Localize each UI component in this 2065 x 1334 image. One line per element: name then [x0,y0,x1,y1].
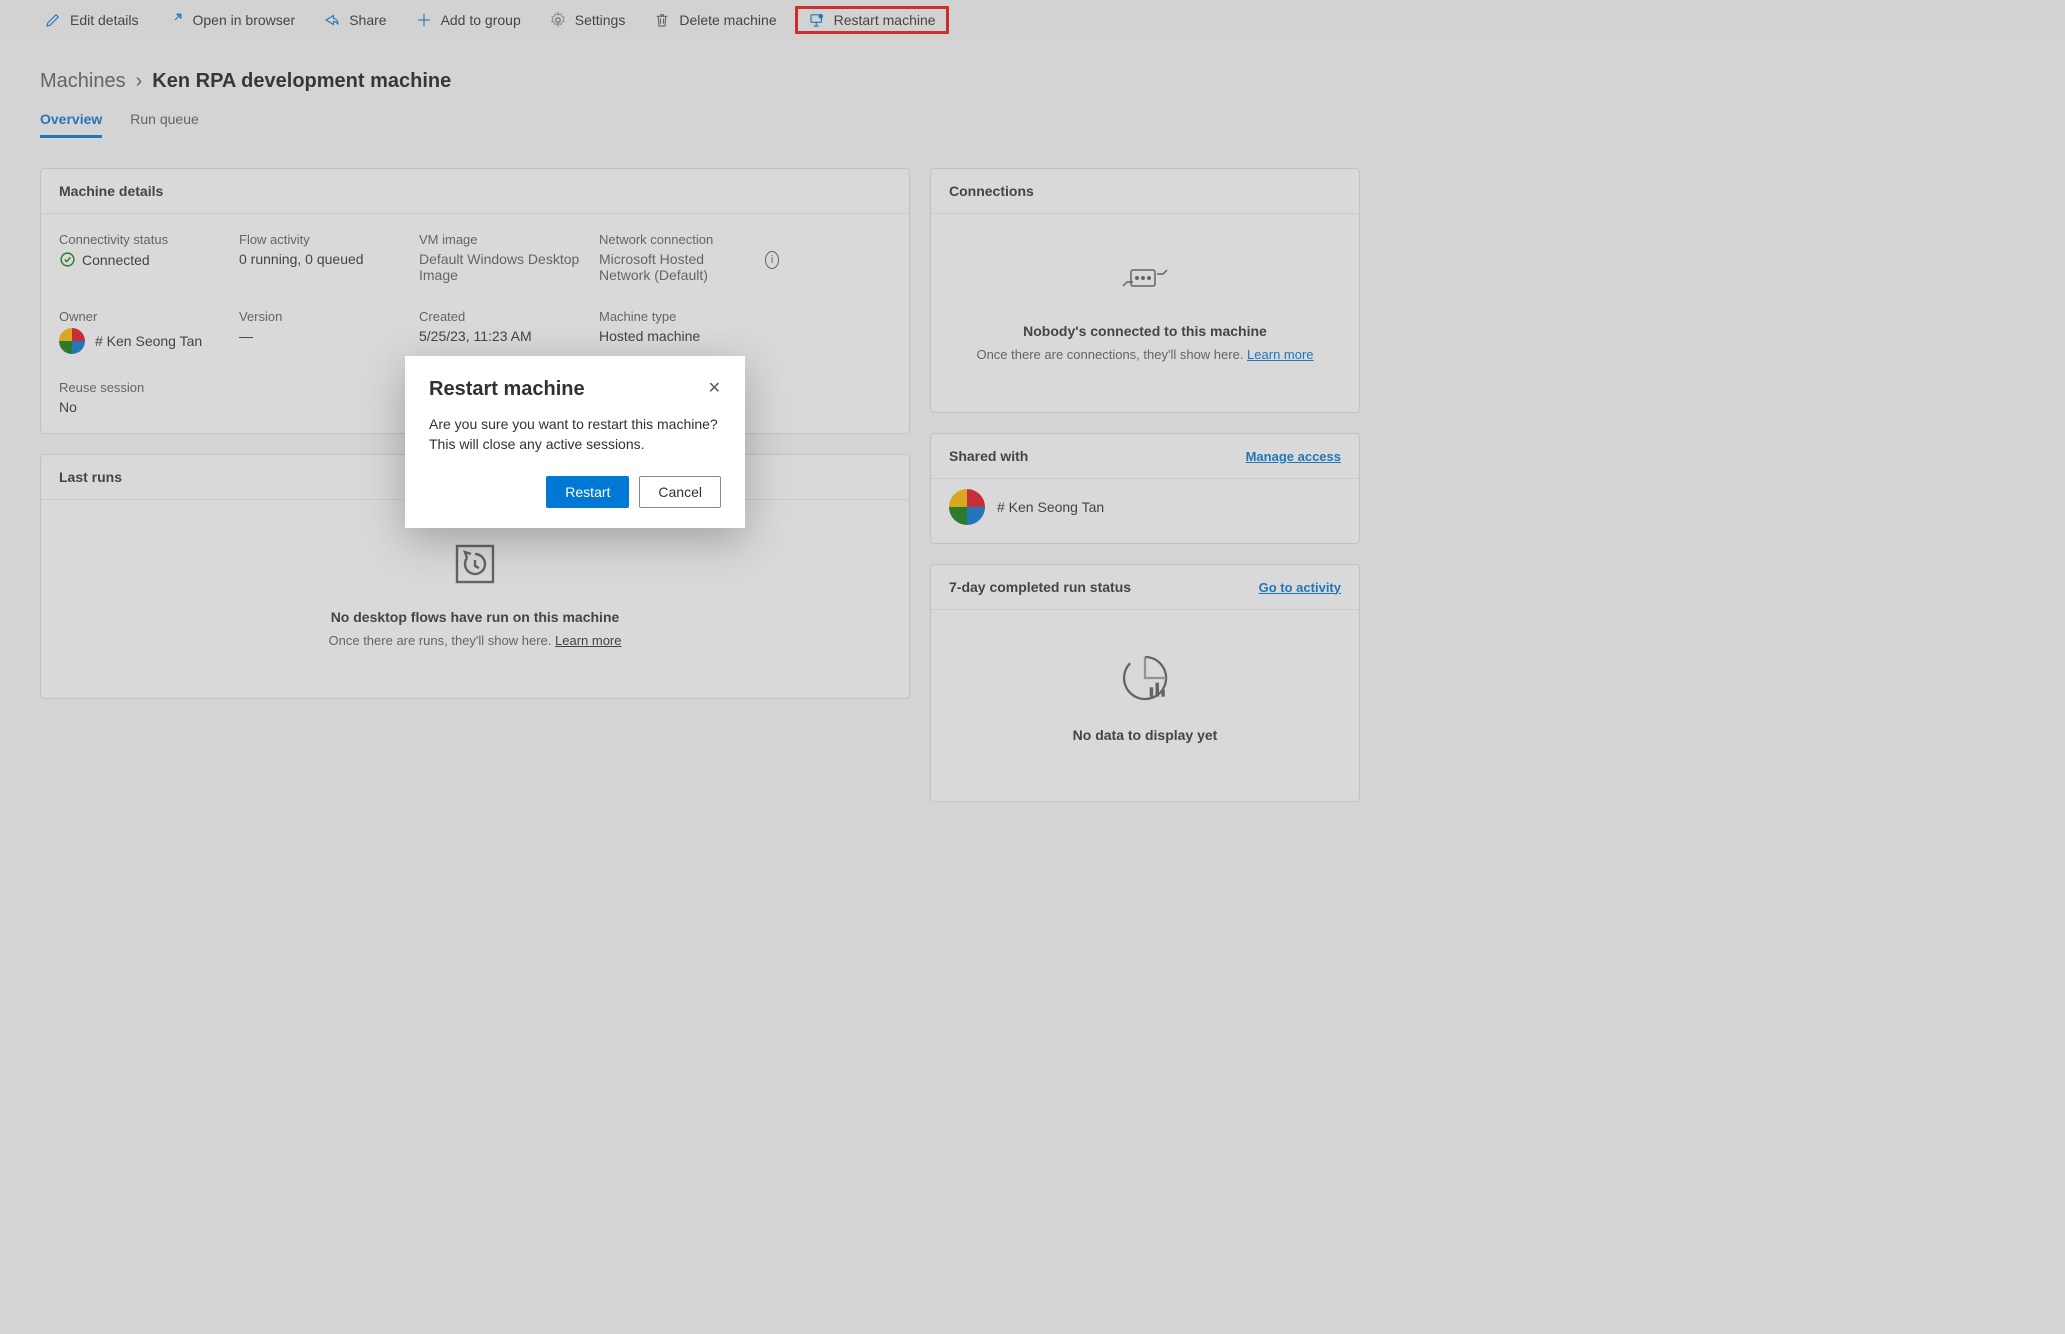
modal-scrim [0,0,2065,1334]
cancel-button[interactable]: Cancel [639,476,721,508]
restart-dialog: Restart machine ✕ Are you sure you want … [405,356,745,528]
dialog-body: Are you sure you want to restart this ma… [429,415,721,454]
dialog-title: Restart machine [429,378,585,401]
restart-confirm-button[interactable]: Restart [546,476,629,508]
close-icon[interactable]: ✕ [708,378,721,398]
